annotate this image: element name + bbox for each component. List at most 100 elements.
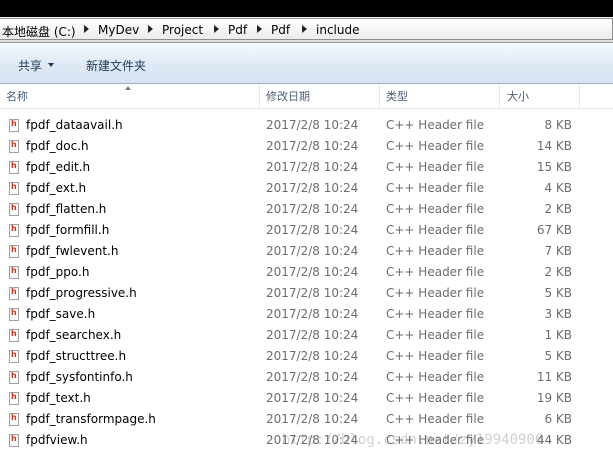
column-divider[interactable] <box>579 84 580 108</box>
file-size: 67 KB <box>536 223 572 237</box>
file-row[interactable]: fpdf_flatten.h 2017/2/8 10:24 C++ Header f… <box>0 200 613 221</box>
column-header-size[interactable]: 大小 <box>507 88 529 104</box>
file-row[interactable]: fpdfview.h 2017/2/8 10:24 C++ Header file 4… <box>0 431 613 452</box>
new-folder-button[interactable]: 新建文件夹 <box>86 57 146 74</box>
breadcrumb-pdf[interactable]: Pdf <box>228 23 247 37</box>
file-name: fpdf_searchex.h <box>26 328 122 342</box>
column-header-modified[interactable]: 修改日期 <box>266 88 310 104</box>
cpp-header-file-icon <box>9 161 19 174</box>
file-type: C++ Header file <box>386 160 485 174</box>
column-header-type[interactable]: 类型 <box>386 88 408 104</box>
cpp-header-file-icon <box>9 182 19 195</box>
file-type: C++ Header file <box>386 139 485 153</box>
file-row[interactable]: fpdf_formfill.h 2017/2/8 10:24 C++ Header … <box>0 221 613 242</box>
file-row[interactable]: fpdf_searchex.h 2017/2/8 10:24 C++ Header … <box>0 326 613 347</box>
file-type: C++ Header file <box>386 265 485 279</box>
column-header-row: 名称 修改日期 类型 大小 <box>0 84 613 109</box>
file-modified: 2017/2/8 10:24 <box>266 370 359 384</box>
file-name: fpdf_flatten.h <box>26 202 107 216</box>
cpp-header-file-icon <box>9 119 19 132</box>
file-row[interactable]: fpdf_save.h 2017/2/8 10:24 C++ Header file… <box>0 305 613 326</box>
cpp-header-file-icon <box>9 308 19 321</box>
file-modified: 2017/2/8 10:24 <box>266 265 359 279</box>
file-type: C++ Header file <box>386 349 485 363</box>
file-row[interactable]: fpdf_dataavail.h 2017/2/8 10:24 C++ Header… <box>0 116 613 137</box>
file-modified: 2017/2/8 10:24 <box>266 118 359 132</box>
cpp-header-file-icon <box>9 434 19 447</box>
file-name: fpdf_edit.h <box>26 160 91 174</box>
file-size: 11 KB <box>536 370 572 384</box>
file-row[interactable]: fpdf_ext.h 2017/2/8 10:24 C++ Header file 4… <box>0 179 613 200</box>
cpp-header-file-icon <box>9 371 19 384</box>
file-name: fpdf_dataavail.h <box>26 118 123 132</box>
file-size: 14 KB <box>536 139 572 153</box>
column-divider[interactable] <box>259 84 260 108</box>
breadcrumb-project[interactable]: Project <box>162 23 203 37</box>
breadcrumb[interactable]: 本地磁盘 (C:) MyDev Project Pdf Pdf include <box>0 18 613 40</box>
file-size: 3 KB <box>544 307 572 321</box>
breadcrumb-local-disk[interactable]: 本地磁盘 (C:) <box>2 23 76 40</box>
file-row[interactable]: fpdf_sysfontinfo.h 2017/2/8 10:24 C++ Head… <box>0 368 613 389</box>
cpp-header-file-icon <box>9 245 19 258</box>
file-name: fpdf_ext.h <box>26 181 87 195</box>
cpp-header-file-icon <box>9 392 19 405</box>
file-size: 5 KB <box>544 349 572 363</box>
file-type: C++ Header file <box>386 118 485 132</box>
file-name: fpdf_ppo.h <box>26 265 90 279</box>
file-modified: 2017/2/8 10:24 <box>266 223 359 237</box>
file-type: C++ Header file <box>386 286 485 300</box>
file-modified: 2017/2/8 10:24 <box>266 202 359 216</box>
file-size: 2 KB <box>544 202 572 216</box>
file-name: fpdf_structtree.h <box>26 349 127 363</box>
file-row[interactable]: fpdf_structtree.h 2017/2/8 10:24 C++ Heade… <box>0 347 613 368</box>
file-size: 2 KB <box>544 265 572 279</box>
column-divider[interactable] <box>499 84 500 108</box>
file-type: C++ Header file <box>386 244 485 258</box>
file-type: C++ Header file <box>386 307 485 321</box>
file-modified: 2017/2/8 10:24 <box>266 328 359 342</box>
breadcrumb-arrow-icon[interactable] <box>257 25 262 33</box>
file-size: 44 KB <box>536 433 572 447</box>
file-size: 4 KB <box>544 181 572 195</box>
cpp-header-file-icon <box>9 329 19 342</box>
file-name: fpdf_formfill.h <box>26 223 110 237</box>
file-type: C++ Header file <box>386 370 485 384</box>
file-row[interactable]: fpdf_fwlevent.h 2017/2/8 10:24 C++ Header … <box>0 242 613 263</box>
file-type: C++ Header file <box>386 391 485 405</box>
breadcrumb-include[interactable]: include <box>316 23 359 37</box>
command-bar: 共享 新建文件夹 <box>0 43 613 84</box>
file-modified: 2017/2/8 10:24 <box>266 139 359 153</box>
cpp-header-file-icon <box>9 203 19 216</box>
file-size: 1 KB <box>544 328 572 342</box>
file-modified: 2017/2/8 10:24 <box>266 244 359 258</box>
breadcrumb-mydev[interactable]: MyDev <box>98 23 139 37</box>
file-type: C++ Header file <box>386 223 485 237</box>
file-size: 15 KB <box>536 160 572 174</box>
breadcrumb-pdf-sub[interactable]: Pdf <box>271 23 290 37</box>
column-header-name[interactable]: 名称 <box>6 88 28 104</box>
breadcrumb-arrow-icon[interactable] <box>302 25 307 33</box>
file-row[interactable]: fpdf_transformpage.h 2017/2/8 10:24 C++ He… <box>0 410 613 431</box>
file-row[interactable]: fpdf_ppo.h 2017/2/8 10:24 C++ Header file 2… <box>0 263 613 284</box>
breadcrumb-arrow-icon[interactable] <box>214 25 219 33</box>
cpp-header-file-icon <box>9 266 19 279</box>
file-row[interactable]: fpdf_text.h 2017/2/8 10:24 C++ Header file… <box>0 389 613 410</box>
file-row[interactable]: fpdf_doc.h 2017/2/8 10:24 C++ Header file 1… <box>0 137 613 158</box>
file-row[interactable]: fpdf_edit.h 2017/2/8 10:24 C++ Header file… <box>0 158 613 179</box>
share-button[interactable]: 共享 <box>18 57 42 74</box>
file-modified: 2017/2/8 10:24 <box>266 181 359 195</box>
file-type: C++ Header file <box>386 412 485 426</box>
chevron-down-icon[interactable] <box>48 63 54 67</box>
file-type: C++ Header file <box>386 328 485 342</box>
breadcrumb-arrow-icon[interactable] <box>148 25 153 33</box>
file-row[interactable]: fpdf_progressive.h 2017/2/8 10:24 C++ Head… <box>0 284 613 305</box>
file-size: 19 KB <box>536 391 572 405</box>
cpp-header-file-icon <box>9 413 19 426</box>
file-size: 8 KB <box>544 118 572 132</box>
column-divider[interactable] <box>379 84 380 108</box>
file-modified: 2017/2/8 10:24 <box>266 307 359 321</box>
file-type: C++ Header file <box>386 433 485 447</box>
breadcrumb-arrow-icon[interactable] <box>84 25 89 33</box>
cpp-header-file-icon <box>9 350 19 363</box>
file-name: fpdf_sysfontinfo.h <box>26 370 133 384</box>
